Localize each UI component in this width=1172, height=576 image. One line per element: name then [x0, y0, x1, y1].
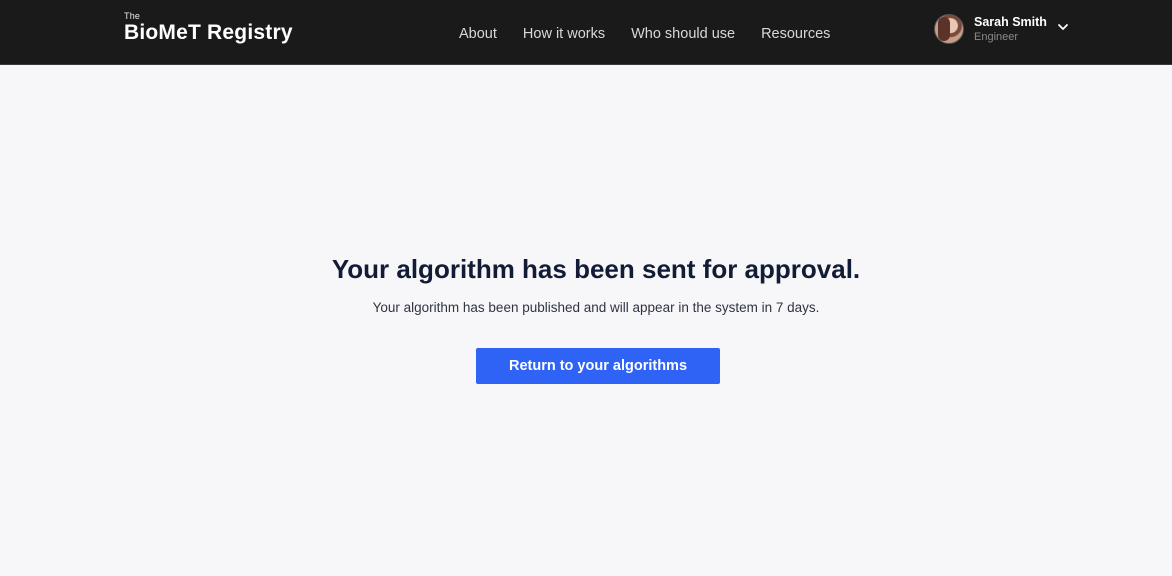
confirmation-message: Your algorithm has been published and wi…	[372, 300, 820, 315]
top-navbar: The BioMeT Registry About How it works W…	[0, 0, 1172, 65]
user-name: Sarah Smith	[974, 14, 1047, 29]
user-role: Engineer	[974, 30, 1019, 43]
user-account-menu[interactable]: Sarah Smith Engineer	[934, 12, 1070, 46]
site-logo[interactable]: The BioMeT Registry	[124, 12, 293, 45]
logo-prefix: The	[124, 11, 141, 21]
chevron-down-icon[interactable]	[1056, 20, 1070, 34]
avatar-hair-shape	[938, 17, 950, 41]
nav-link-who-should-use[interactable]: Who should use	[631, 24, 735, 44]
nav-link-resources[interactable]: Resources	[761, 24, 830, 44]
main-navigation: About How it works Who should use Resour…	[459, 24, 856, 44]
logo-title: BioMeT Registry	[124, 21, 293, 44]
nav-link-about[interactable]: About	[459, 24, 497, 44]
main-content: Your algorithm has been sent for approva…	[0, 65, 1172, 576]
page-title: Your algorithm has been sent for approva…	[331, 254, 861, 284]
user-info: Sarah Smith Engineer	[974, 15, 1047, 44]
avatar	[934, 14, 964, 44]
nav-link-how-it-works[interactable]: How it works	[523, 24, 605, 44]
return-to-algorithms-button[interactable]: Return to your algorithms	[476, 348, 720, 384]
